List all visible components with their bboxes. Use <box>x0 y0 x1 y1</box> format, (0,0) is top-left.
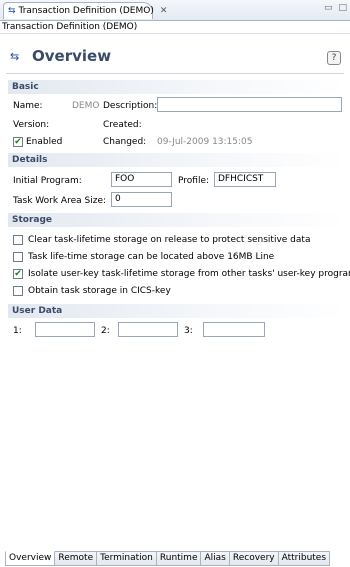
window-controls: ▭ □ <box>324 3 347 13</box>
tab-attributes[interactable]: Attributes <box>278 551 331 566</box>
clear-storage-label: Clear task-lifetime storage on release t… <box>28 235 311 245</box>
initial-program-label: Initial Program: <box>13 176 82 186</box>
created-label: Created: <box>103 120 142 130</box>
above-line-label: Task life-time storage can be located ab… <box>28 252 275 262</box>
name-label: Name: <box>13 101 43 111</box>
minimize-icon[interactable]: ▭ <box>324 3 333 13</box>
tab-overview[interactable]: Overview <box>5 551 56 566</box>
editor-tab-bar: ⇆ Transaction Definition (DEMO) ✕ ▭ □ <box>0 0 350 21</box>
isolate-storage-label: Isolate user-key task-lifetime storage f… <box>28 269 350 279</box>
profile-label: Profile: <box>178 176 210 186</box>
section-details-header: Details <box>8 153 346 167</box>
above-line-checkbox[interactable] <box>13 252 23 262</box>
name-value: DEMO <box>72 101 100 111</box>
help-icon: ? <box>331 53 337 63</box>
clear-storage-checkbox[interactable] <box>13 235 23 245</box>
cics-key-checkbox[interactable] <box>13 286 23 296</box>
cics-key-label: Obtain task storage in CICS-key <box>28 286 171 296</box>
user-data-3-label: 3: <box>184 326 193 336</box>
user-data-1-label: 1: <box>13 326 22 336</box>
changed-value: 09-Jul-2009 13:15:05 <box>157 137 253 147</box>
user-data-1-field[interactable] <box>35 322 95 337</box>
section-storage-header: Storage <box>8 213 346 227</box>
tab-remote[interactable]: Remote <box>55 551 98 566</box>
tab-recovery[interactable]: Recovery <box>229 551 279 566</box>
form-header: ⇆ Overview ? <box>0 44 350 70</box>
transaction-icon: ⇆ <box>8 6 16 16</box>
section-user-data-header: User Data <box>8 304 346 318</box>
user-data-2-field[interactable] <box>118 322 178 337</box>
initial-program-field[interactable]: FOO <box>111 172 172 187</box>
maximize-icon[interactable]: □ <box>338 3 347 13</box>
transaction-icon: ⇆ <box>10 50 20 63</box>
user-data-3-field[interactable] <box>203 322 265 337</box>
header-divider <box>6 73 344 74</box>
changed-label: Changed: <box>103 137 147 147</box>
enabled-checkbox[interactable]: ✔ <box>13 137 23 147</box>
twa-field[interactable]: 0 <box>111 192 172 207</box>
user-data-2-label: 2: <box>101 326 110 336</box>
breadcrumb: Transaction Definition (DEMO) <box>0 22 350 34</box>
tab-alias[interactable]: Alias <box>201 551 230 566</box>
enabled-label: Enabled <box>26 137 63 147</box>
help-button[interactable]: ? <box>327 51 341 65</box>
page-tabs: Overview Remote Termination Runtime Alia… <box>5 551 331 566</box>
page-title: Overview <box>32 47 112 65</box>
version-label: Version: <box>13 120 50 130</box>
description-field[interactable] <box>157 97 342 112</box>
tab-runtime[interactable]: Runtime <box>156 551 202 566</box>
section-basic-header: Basic <box>8 80 346 94</box>
close-icon[interactable]: ✕ <box>160 6 168 16</box>
isolate-storage-checkbox[interactable]: ✔ <box>13 269 23 279</box>
editor-tab-label: Transaction Definition (DEMO) <box>18 6 154 16</box>
profile-field[interactable]: DFHCICST <box>214 172 276 187</box>
twa-label: Task Work Area Size: <box>13 196 107 206</box>
description-label: Description: <box>103 101 158 111</box>
tab-termination[interactable]: Termination <box>97 551 157 566</box>
editor-tab[interactable]: ⇆ Transaction Definition (DEMO) ✕ <box>3 2 167 19</box>
